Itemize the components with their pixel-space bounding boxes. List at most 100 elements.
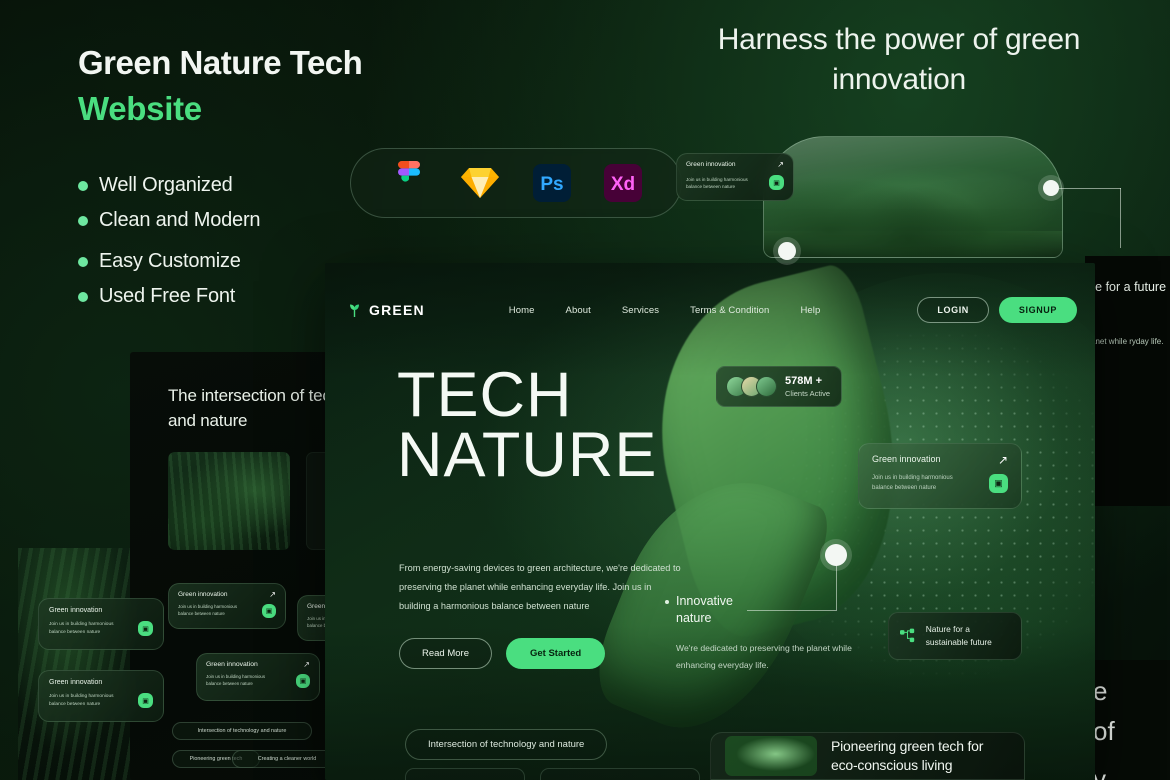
- connector-line: [747, 610, 837, 611]
- card-action-icon[interactable]: ▣: [296, 674, 310, 688]
- arrow-up-right-icon[interactable]: ↗: [303, 661, 310, 669]
- right-bottom-line-1: e: [1093, 676, 1108, 706]
- hero-heading-line2: NATURE: [397, 420, 658, 491]
- card-header: Green innovation ↗: [206, 661, 310, 669]
- app-compatibility-pill: Ps Xd: [350, 148, 682, 218]
- nav-link-help[interactable]: Help: [800, 305, 820, 316]
- card-action-icon[interactable]: ▣: [138, 693, 153, 708]
- right-bottom-line-2: of: [1093, 716, 1115, 746]
- nav-link-services[interactable]: Services: [622, 305, 659, 316]
- bullet-dot-icon: [78, 291, 88, 302]
- card-description: Join us in building harmonious balance b…: [872, 475, 953, 491]
- nav-links: Home About Services Terms & Condition He…: [509, 305, 821, 316]
- green-innovation-card-far-left-2[interactable]: Green innovation Join us in building har…: [38, 670, 164, 722]
- sketch-icon: [457, 160, 503, 206]
- card-body: Join us in building harmonious balance b…: [49, 693, 153, 708]
- green-innovation-card-panel-1[interactable]: Green innovation ↗ Join us in building h…: [168, 583, 286, 629]
- card-description: Join us in building harmonious balance b…: [206, 674, 266, 687]
- avatar-group: [726, 376, 777, 397]
- nav-link-terms[interactable]: Terms & Condition: [690, 305, 769, 316]
- clients-label: Clients Active: [785, 388, 831, 398]
- right-cut-panel: re for a future anet while ryday life.: [1085, 256, 1170, 506]
- card-body: Join us in building harmonious balance b…: [686, 175, 784, 190]
- xd-icon: Xd: [600, 160, 646, 206]
- green-innovation-card-top[interactable]: Green innovation ↗ Join us in building h…: [676, 153, 794, 201]
- vignette-overlay: [325, 263, 1095, 780]
- innovative-text: We're dedicated to preserving the planet…: [676, 642, 852, 670]
- mockup-card-small-1[interactable]: [405, 768, 525, 780]
- left-forest-image: [18, 548, 140, 780]
- nav-link-about[interactable]: About: [566, 305, 591, 316]
- greenhouse-ground: [764, 231, 1062, 257]
- feature-item: Clean and Modern: [78, 209, 261, 232]
- bullet-dot-icon: [665, 600, 669, 604]
- card-action-icon[interactable]: ▣: [262, 604, 276, 618]
- signup-button[interactable]: SIGNUP: [998, 297, 1077, 323]
- right-bottom-cut-panel: e of y: [1085, 660, 1170, 780]
- feature-item: Used Free Font: [78, 285, 235, 308]
- feature-label: Well Organized: [99, 174, 233, 196]
- photoshop-icon: Ps: [529, 160, 575, 206]
- card-header: Green innovation ↗: [178, 591, 276, 599]
- hero-buttons: Read More Get Started: [399, 638, 606, 669]
- card-action-icon[interactable]: ▣: [769, 175, 784, 190]
- pioneering-card[interactable]: Pioneering green tech for eco-conscious …: [710, 732, 1025, 780]
- bullet-dot-icon: [78, 256, 88, 267]
- drag-handle-dot[interactable]: [778, 242, 796, 260]
- drag-handle-dot[interactable]: [1043, 180, 1059, 196]
- hero-heading: TECH NATURE: [397, 360, 658, 491]
- feature-item: Well Organized: [78, 174, 233, 197]
- clients-text: 578M + Clients Active: [785, 375, 830, 397]
- connector-line: [1120, 188, 1121, 248]
- card-body: Join us in building harmonious balance b…: [206, 674, 310, 688]
- card-description: Join us in building harmonious balance b…: [49, 694, 114, 707]
- bullet-dot-icon: [78, 180, 88, 191]
- arrow-up-right-icon[interactable]: ↗: [269, 591, 276, 599]
- card-title: Green innovation: [872, 454, 941, 464]
- card-body: Join us in building harmonious balance b…: [178, 604, 276, 618]
- site-logo[interactable]: GREEN: [347, 302, 425, 318]
- green-innovation-card-main[interactable]: Green innovation ↗ Join us in building h…: [858, 443, 1022, 509]
- card-title: Green innovation: [49, 679, 103, 686]
- card-body: Join us in building harmonious balance b…: [872, 474, 1008, 493]
- card-action-icon[interactable]: ▣: [989, 474, 1008, 493]
- mockup-tag-main[interactable]: Intersection of technology and nature: [405, 729, 608, 760]
- arrow-up-right-icon[interactable]: ↗: [777, 161, 784, 169]
- panel-tag-0[interactable]: Intersection of technology and nature: [172, 722, 312, 740]
- leaf-logo-icon: [350, 304, 359, 317]
- drag-handle-dot[interactable]: [825, 544, 847, 566]
- website-mockup: GREEN Home About Services Terms & Condit…: [325, 263, 1095, 780]
- green-innovation-card-panel-3[interactable]: Green innovation ↗ Join us in building h…: [196, 653, 320, 701]
- card-title: Green innovation: [178, 591, 228, 598]
- right-panel-text: anet while ryday life.: [1091, 337, 1164, 346]
- card-header: Green innovation: [49, 679, 153, 686]
- nature-card-title: Nature for a sustainable future: [925, 624, 992, 647]
- card-action-icon[interactable]: ▣: [138, 621, 153, 636]
- card-description: Join us in building harmonious balance b…: [178, 604, 238, 617]
- pioneering-text: Pioneering green tech for eco-conscious …: [831, 737, 984, 773]
- right-panel-title: re for a future: [1091, 280, 1167, 294]
- arrow-up-right-icon[interactable]: ↗: [998, 454, 1008, 466]
- get-started-button[interactable]: Get Started: [506, 638, 606, 669]
- clients-count: 578M +: [785, 375, 822, 388]
- clients-active-card: 578M + Clients Active: [716, 366, 842, 407]
- read-more-button[interactable]: Read More: [399, 638, 492, 669]
- card-header: Green innovation ↗: [872, 454, 1008, 466]
- feature-label: Clean and Modern: [99, 209, 261, 231]
- bullet-dot-icon: [78, 215, 88, 226]
- promo-title-line2: Website: [78, 90, 202, 127]
- mockup-card-small-2[interactable]: [540, 768, 700, 780]
- hero-heading-line1: TECH: [397, 360, 573, 430]
- site-navbar: GREEN Home About Services Terms & Condit…: [325, 293, 1095, 327]
- nature-sustainable-card[interactable]: Nature for a sustainable future: [888, 612, 1022, 660]
- card-description: Join us in building harmonious balance b…: [686, 176, 748, 189]
- feature-label: Used Free Font: [99, 285, 236, 307]
- card-title: Green innovation: [49, 607, 103, 614]
- nav-link-home[interactable]: Home: [509, 305, 535, 316]
- svg-text:Ps: Ps: [540, 174, 563, 195]
- figma-icon: [386, 160, 432, 206]
- network-nodes-icon: [900, 628, 915, 642]
- login-button[interactable]: LOGIN: [917, 297, 989, 323]
- green-innovation-card-far-left-1[interactable]: Green innovation Join us in building har…: [38, 598, 164, 650]
- innovative-nature-block: Innovative nature We're dedicated to pre…: [665, 593, 865, 674]
